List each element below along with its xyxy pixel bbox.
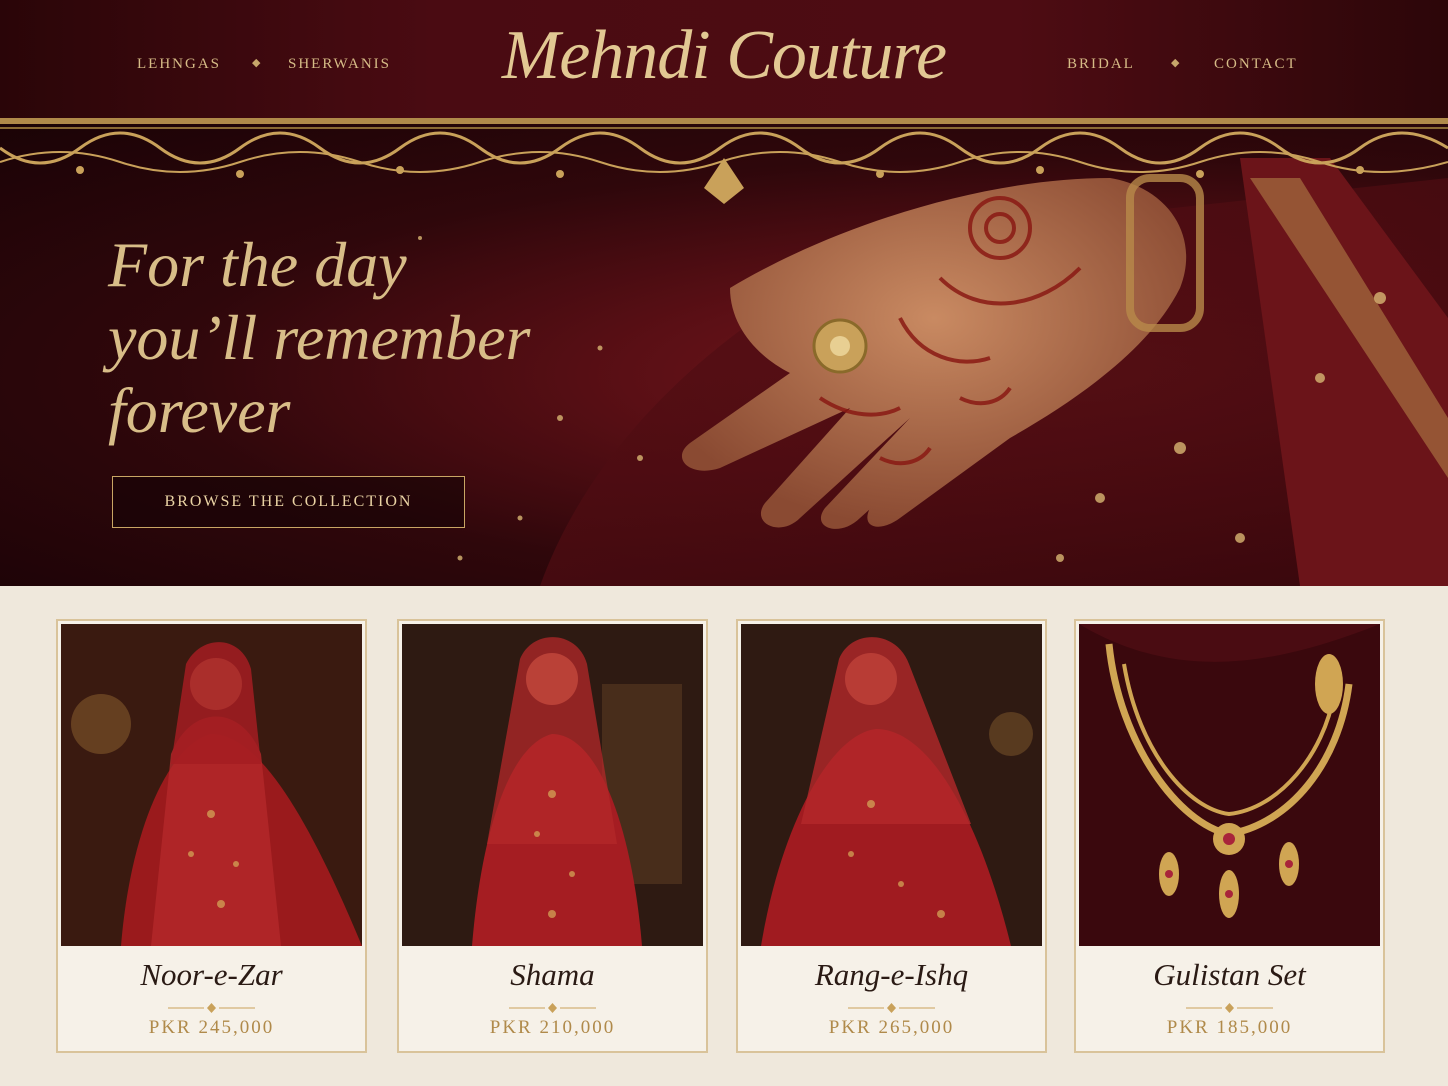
product-card[interactable]: Shama PKR 210,000 bbox=[397, 619, 708, 1053]
product-card[interactable]: Gulistan Set PKR 185,000 bbox=[1074, 619, 1385, 1053]
product-price: PKR 185,000 bbox=[1166, 1017, 1293, 1038]
card-divider-icon bbox=[1186, 1003, 1273, 1013]
product-name: Gulistan Set bbox=[1153, 957, 1306, 992]
card-divider-icon bbox=[168, 1003, 255, 1013]
product-name: Rang-e-Ishq bbox=[814, 957, 969, 992]
nav-link-contact[interactable]: Contact bbox=[1214, 56, 1298, 73]
hero-banner: For the day you’ll remember forever Brow… bbox=[0, 118, 1448, 586]
site-header: Lehngas ◆ Sherwanis Mehndi Couture Brida… bbox=[0, 0, 1448, 118]
hero-title-line: you’ll remember bbox=[108, 302, 531, 373]
card-divider-icon bbox=[848, 1003, 935, 1013]
product-price: PKR 210,000 bbox=[489, 1017, 616, 1038]
browse-collection-button[interactable]: Browse the Collection bbox=[112, 476, 465, 528]
nav-link-bridal[interactable]: Bridal bbox=[1067, 56, 1135, 73]
product-grid: Noor-e-Zar PKR 245,000 Shama PKR 210,000 bbox=[0, 586, 1448, 1086]
product-image bbox=[402, 624, 703, 946]
product-image bbox=[1079, 624, 1380, 946]
hero-title: For the day you’ll remember forever bbox=[108, 228, 628, 447]
product-price: PKR 245,000 bbox=[148, 1017, 275, 1038]
product-image bbox=[741, 624, 1042, 946]
product-price: PKR 265,000 bbox=[828, 1017, 955, 1038]
product-name: Shama bbox=[510, 957, 595, 992]
ornamental-border bbox=[0, 118, 1448, 204]
product-name: Noor-e-Zar bbox=[140, 957, 283, 992]
hero-title-line: forever bbox=[108, 375, 291, 446]
diamond-separator-icon: ◆ bbox=[1171, 57, 1180, 69]
product-card[interactable]: Noor-e-Zar PKR 245,000 bbox=[56, 619, 367, 1053]
product-card[interactable]: Rang-e-Ishq PKR 265,000 bbox=[736, 619, 1047, 1053]
card-divider-icon bbox=[509, 1003, 596, 1013]
product-image bbox=[61, 624, 362, 946]
hero-title-line: For the day bbox=[108, 229, 407, 300]
